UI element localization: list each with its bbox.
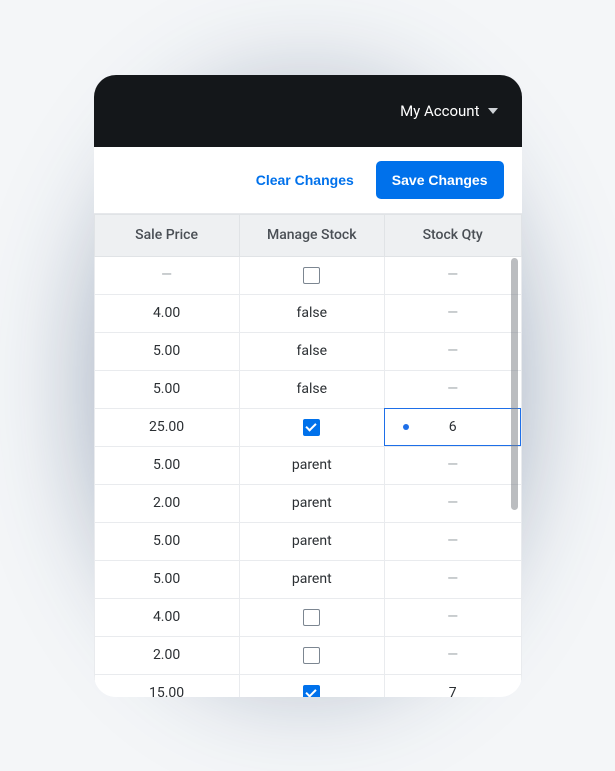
cell-stock-qty[interactable]: —: [384, 256, 521, 294]
empty-dash: —: [447, 343, 458, 359]
empty-dash: —: [161, 267, 172, 283]
cell-stock-qty[interactable]: —: [384, 446, 521, 484]
cell-stock-qty[interactable]: —: [384, 484, 521, 522]
cell-stock-qty[interactable]: —: [384, 332, 521, 370]
cell-stock-qty[interactable]: —: [384, 636, 521, 674]
chevron-down-icon: [488, 108, 498, 114]
empty-dash: —: [447, 609, 458, 625]
save-changes-button[interactable]: Save Changes: [376, 161, 504, 199]
checkbox-icon[interactable]: [303, 647, 320, 664]
table-row: 2.00parent —: [94, 484, 521, 522]
table-row: 25.00 6: [94, 408, 521, 446]
empty-dash: —: [447, 267, 458, 283]
column-sale-price[interactable]: Sale Price: [94, 214, 239, 256]
cell-sale-price[interactable]: 4.00: [94, 294, 239, 332]
cell-stock-qty[interactable]: —: [384, 370, 521, 408]
cell-manage-stock[interactable]: [239, 408, 384, 446]
cell-stock-qty[interactable]: —: [384, 598, 521, 636]
checkbox-checked-icon[interactable]: [303, 419, 320, 436]
cell-sale-price[interactable]: 5.00: [94, 332, 239, 370]
empty-dash: —: [447, 571, 458, 587]
cell-stock-qty[interactable]: —: [384, 522, 521, 560]
empty-dash: —: [447, 533, 458, 549]
cell-manage-stock[interactable]: parent: [239, 560, 384, 598]
cell-sale-price[interactable]: 2.00: [94, 484, 239, 522]
stock-qty-value: 6: [449, 419, 457, 435]
cell-stock-qty[interactable]: 7: [384, 674, 521, 697]
cell-sale-price[interactable]: 25.00: [94, 408, 239, 446]
empty-dash: —: [447, 305, 458, 321]
table-row: 5.00parent —: [94, 522, 521, 560]
product-table: Sale Price Manage Stock Stock Qty ——4.00…: [94, 214, 522, 697]
edit-indicator-dot-icon: [403, 424, 409, 430]
checkbox-checked-icon[interactable]: [303, 685, 320, 697]
column-manage-stock[interactable]: Manage Stock: [239, 214, 384, 256]
cell-stock-qty[interactable]: —: [384, 560, 521, 598]
cell-manage-stock[interactable]: false: [239, 294, 384, 332]
cell-manage-stock[interactable]: [239, 256, 384, 294]
cell-stock-qty[interactable]: —: [384, 294, 521, 332]
table-header-row: Sale Price Manage Stock Stock Qty: [94, 214, 521, 256]
my-account-label: My Account: [400, 102, 479, 120]
checkbox-icon[interactable]: [303, 267, 320, 284]
table-row: 2.00 —: [94, 636, 521, 674]
cell-sale-price[interactable]: 5.00: [94, 522, 239, 560]
table-row: 5.00false —: [94, 332, 521, 370]
cell-sale-price[interactable]: 5.00: [94, 446, 239, 484]
empty-dash: —: [447, 495, 458, 511]
empty-dash: —: [447, 457, 458, 473]
cell-sale-price[interactable]: 4.00: [94, 598, 239, 636]
empty-dash: —: [447, 647, 458, 663]
cell-sale-price[interactable]: 15.00: [94, 674, 239, 697]
cell-sale-price[interactable]: —: [94, 256, 239, 294]
table-scroll-area[interactable]: Sale Price Manage Stock Stock Qty ——4.00…: [94, 214, 522, 697]
column-stock-qty[interactable]: Stock Qty: [384, 214, 521, 256]
clear-changes-button[interactable]: Clear Changes: [252, 164, 358, 196]
cell-sale-price[interactable]: 2.00: [94, 636, 239, 674]
cell-sale-price[interactable]: 5.00: [94, 370, 239, 408]
action-bar: Clear Changes Save Changes: [94, 147, 522, 214]
cell-manage-stock[interactable]: parent: [239, 522, 384, 560]
table-row: 15.00 7: [94, 674, 521, 697]
cell-manage-stock[interactable]: false: [239, 370, 384, 408]
table-row: 4.00 —: [94, 598, 521, 636]
checkbox-icon[interactable]: [303, 609, 320, 626]
cell-manage-stock[interactable]: [239, 674, 384, 697]
cell-manage-stock[interactable]: parent: [239, 446, 384, 484]
app-window: My Account Clear Changes Save Changes Sa…: [94, 75, 522, 697]
table-row: 5.00false —: [94, 370, 521, 408]
empty-dash: —: [447, 381, 458, 397]
cell-manage-stock[interactable]: parent: [239, 484, 384, 522]
cell-manage-stock[interactable]: [239, 636, 384, 674]
table-row: 5.00parent —: [94, 446, 521, 484]
table-row: 5.00parent —: [94, 560, 521, 598]
cell-stock-qty[interactable]: 6: [384, 408, 521, 446]
table-row: ——: [94, 256, 521, 294]
topbar: My Account: [94, 75, 522, 147]
cell-sale-price[interactable]: 5.00: [94, 560, 239, 598]
my-account-dropdown[interactable]: My Account: [400, 102, 497, 120]
table-row: 4.00false —: [94, 294, 521, 332]
cell-manage-stock[interactable]: [239, 598, 384, 636]
cell-manage-stock[interactable]: false: [239, 332, 384, 370]
scrollbar-thumb[interactable]: [511, 258, 518, 510]
